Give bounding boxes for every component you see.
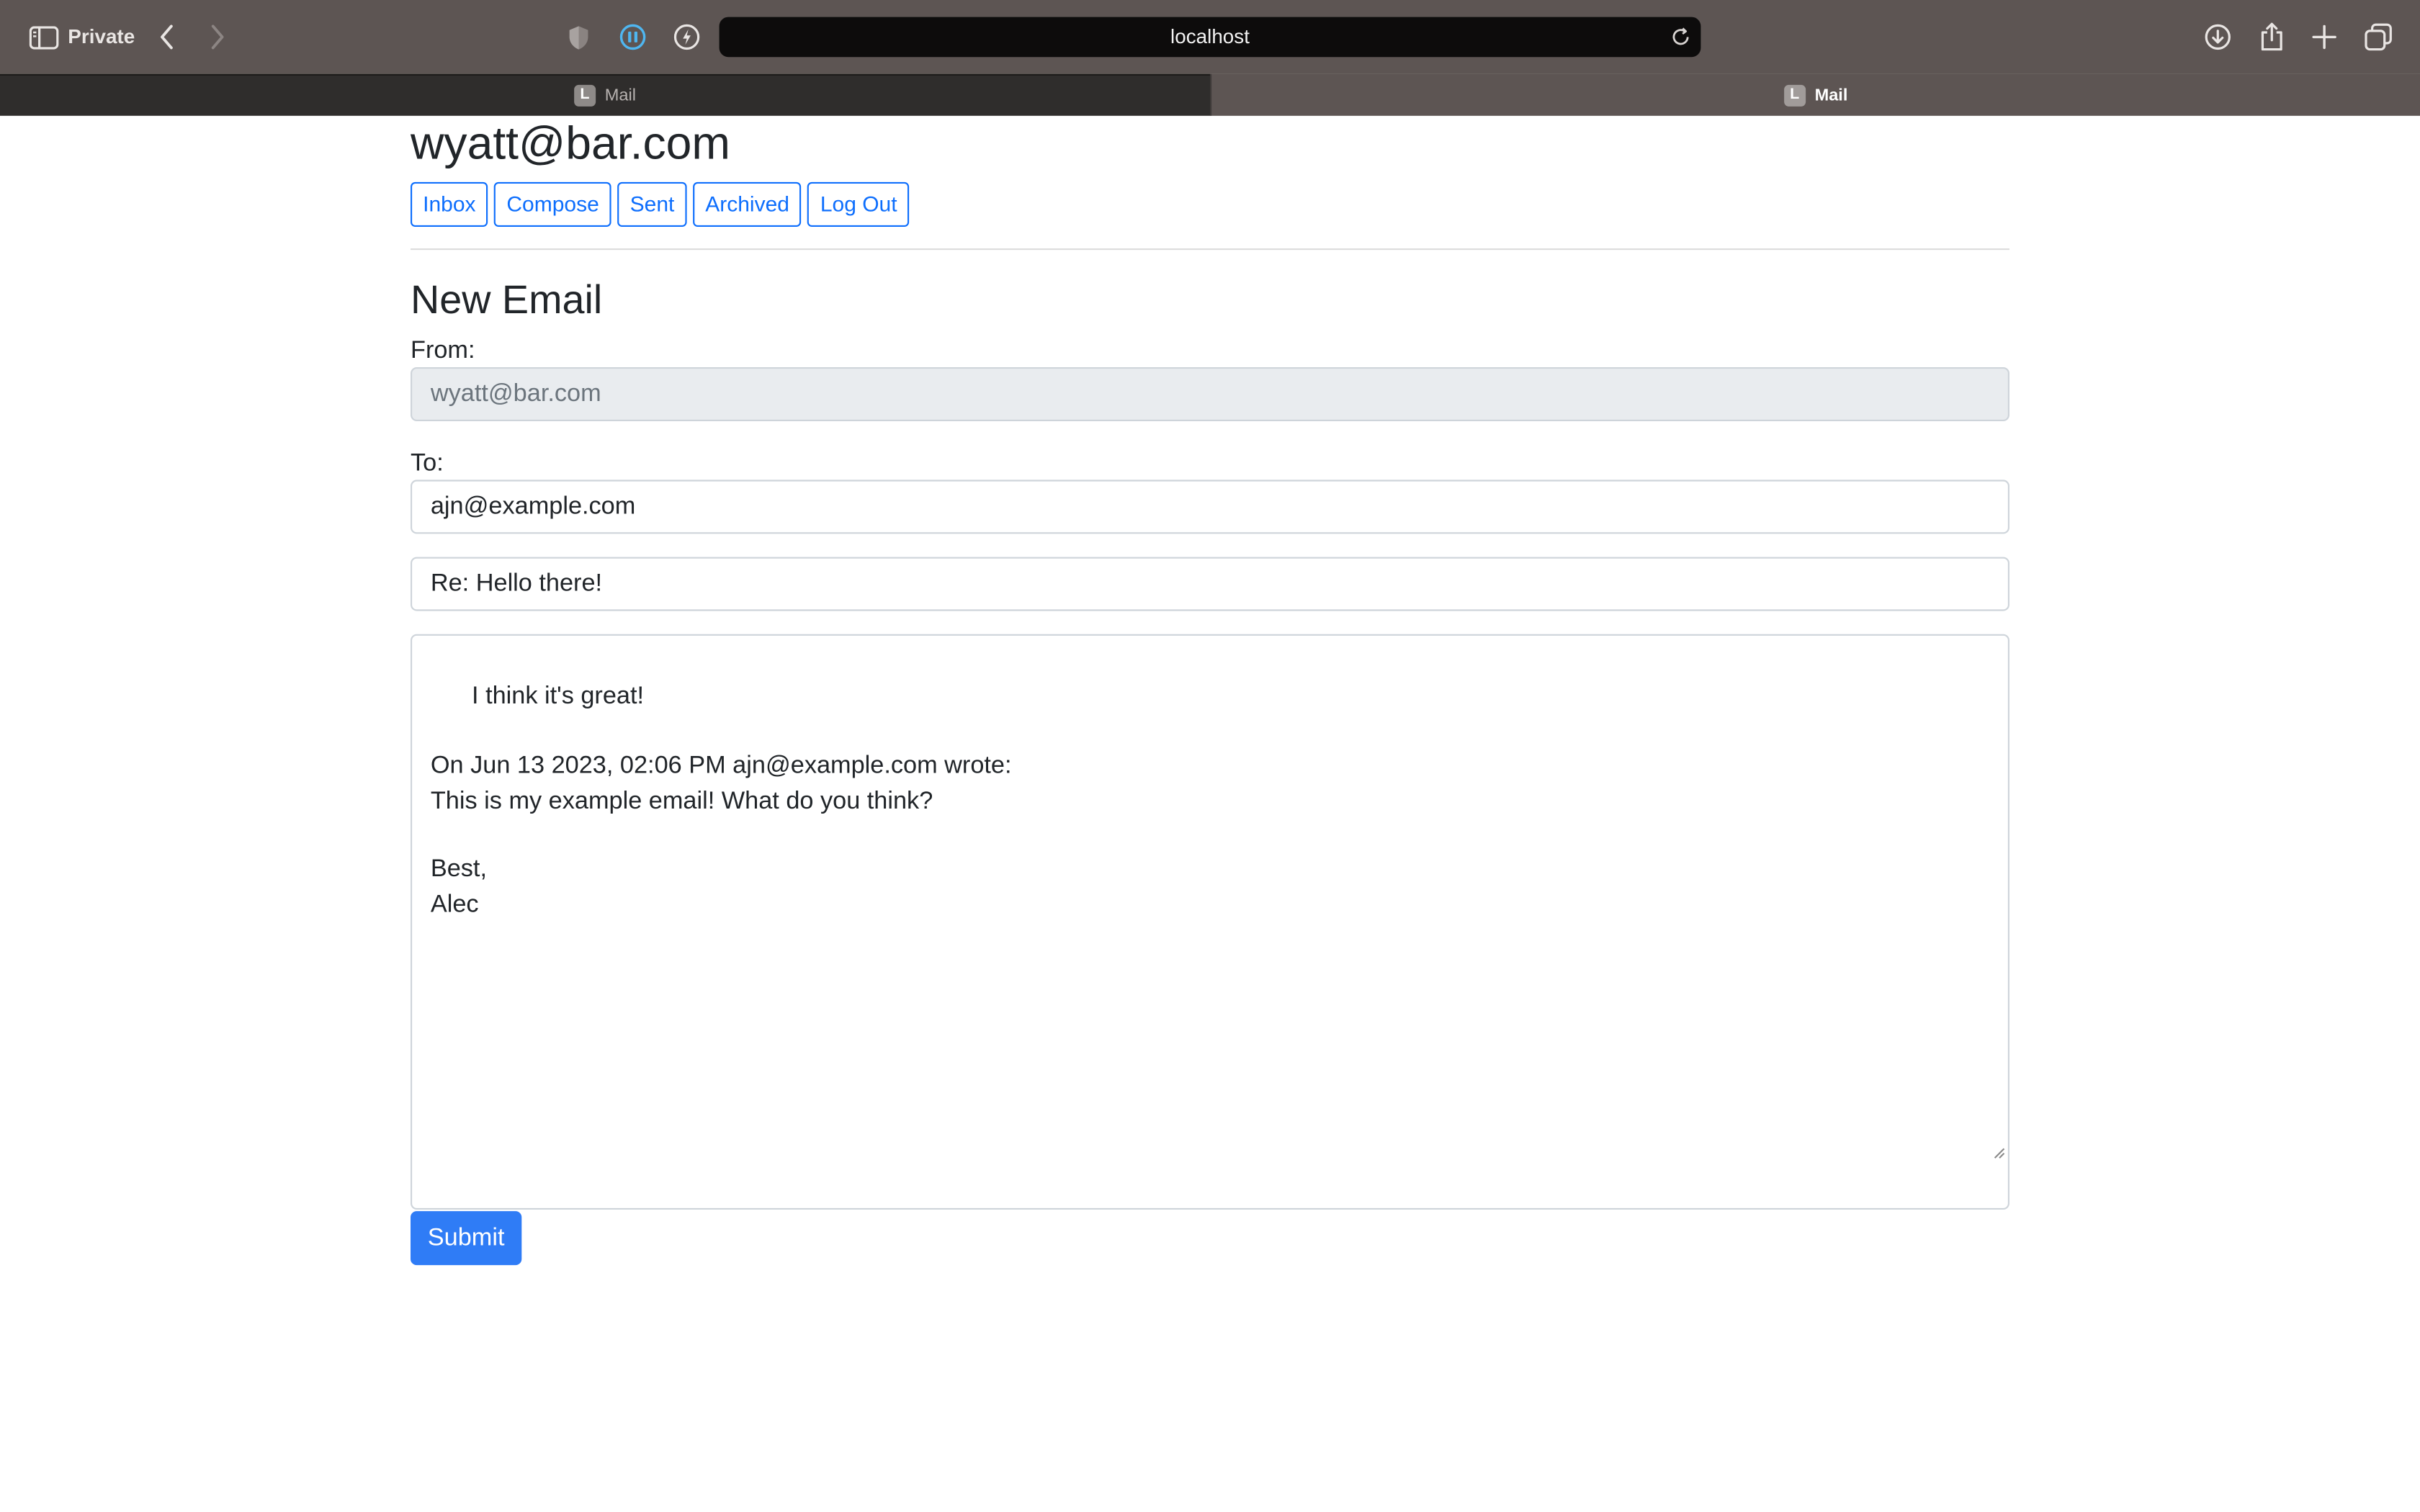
chevron-right-icon[interactable] — [204, 22, 232, 53]
reload-icon[interactable] — [1670, 26, 1692, 55]
url-text: localhost — [1170, 24, 1250, 48]
plus-icon[interactable] — [2309, 22, 2340, 53]
chevron-left-icon[interactable] — [153, 22, 181, 53]
tab-favicon: L — [573, 84, 596, 107]
tab-label: Mail — [604, 86, 637, 105]
address-bar[interactable]: localhost — [719, 17, 1701, 58]
tab-mail-2[interactable]: L Mail — [1210, 73, 2420, 116]
private-label: Private — [68, 24, 135, 48]
to-field[interactable]: ajn@example.com — [411, 480, 2009, 534]
sent-button[interactable]: Sent — [617, 181, 687, 227]
tab-mail-1[interactable]: L Mail — [0, 73, 1210, 116]
shield-icon[interactable] — [565, 22, 593, 53]
resize-handle-icon[interactable] — [1939, 1102, 2005, 1205]
share-icon[interactable] — [2257, 20, 2287, 53]
subject-field[interactable]: Re: Hello there! — [411, 557, 2009, 611]
body-textarea[interactable]: I think it's great! On Jun 13 2023, 02:0… — [411, 634, 2009, 1210]
submit-button[interactable]: Submit — [411, 1211, 522, 1266]
to-label: To: — [411, 450, 444, 477]
archived-button[interactable]: Archived — [693, 181, 802, 227]
page-title: New Email — [411, 276, 603, 323]
browser-toolbar: Private localhost — [0, 0, 2420, 74]
lightning-icon[interactable] — [671, 22, 702, 53]
divider — [411, 248, 2009, 251]
mail-nav: Inbox Compose Sent Archived Log Out — [411, 181, 910, 227]
account-title: wyatt@bar.com — [411, 119, 730, 170]
compose-button[interactable]: Compose — [494, 181, 611, 227]
tabs-overview-icon[interactable] — [2363, 22, 2394, 53]
download-icon[interactable] — [2202, 22, 2233, 53]
tab-strip: L Mail L Mail — [0, 73, 2420, 116]
pause-icon[interactable] — [617, 22, 648, 53]
body-text: I think it's great! On Jun 13 2023, 02:0… — [430, 684, 1012, 918]
tab-label: Mail — [1814, 85, 1848, 104]
inbox-button[interactable]: Inbox — [411, 181, 488, 227]
tab-favicon: L — [1783, 84, 1806, 106]
from-label: From: — [411, 338, 475, 364]
logout-button[interactable]: Log Out — [807, 181, 910, 227]
from-field: wyatt@bar.com — [411, 366, 2009, 421]
sidebar-icon[interactable] — [28, 22, 59, 53]
